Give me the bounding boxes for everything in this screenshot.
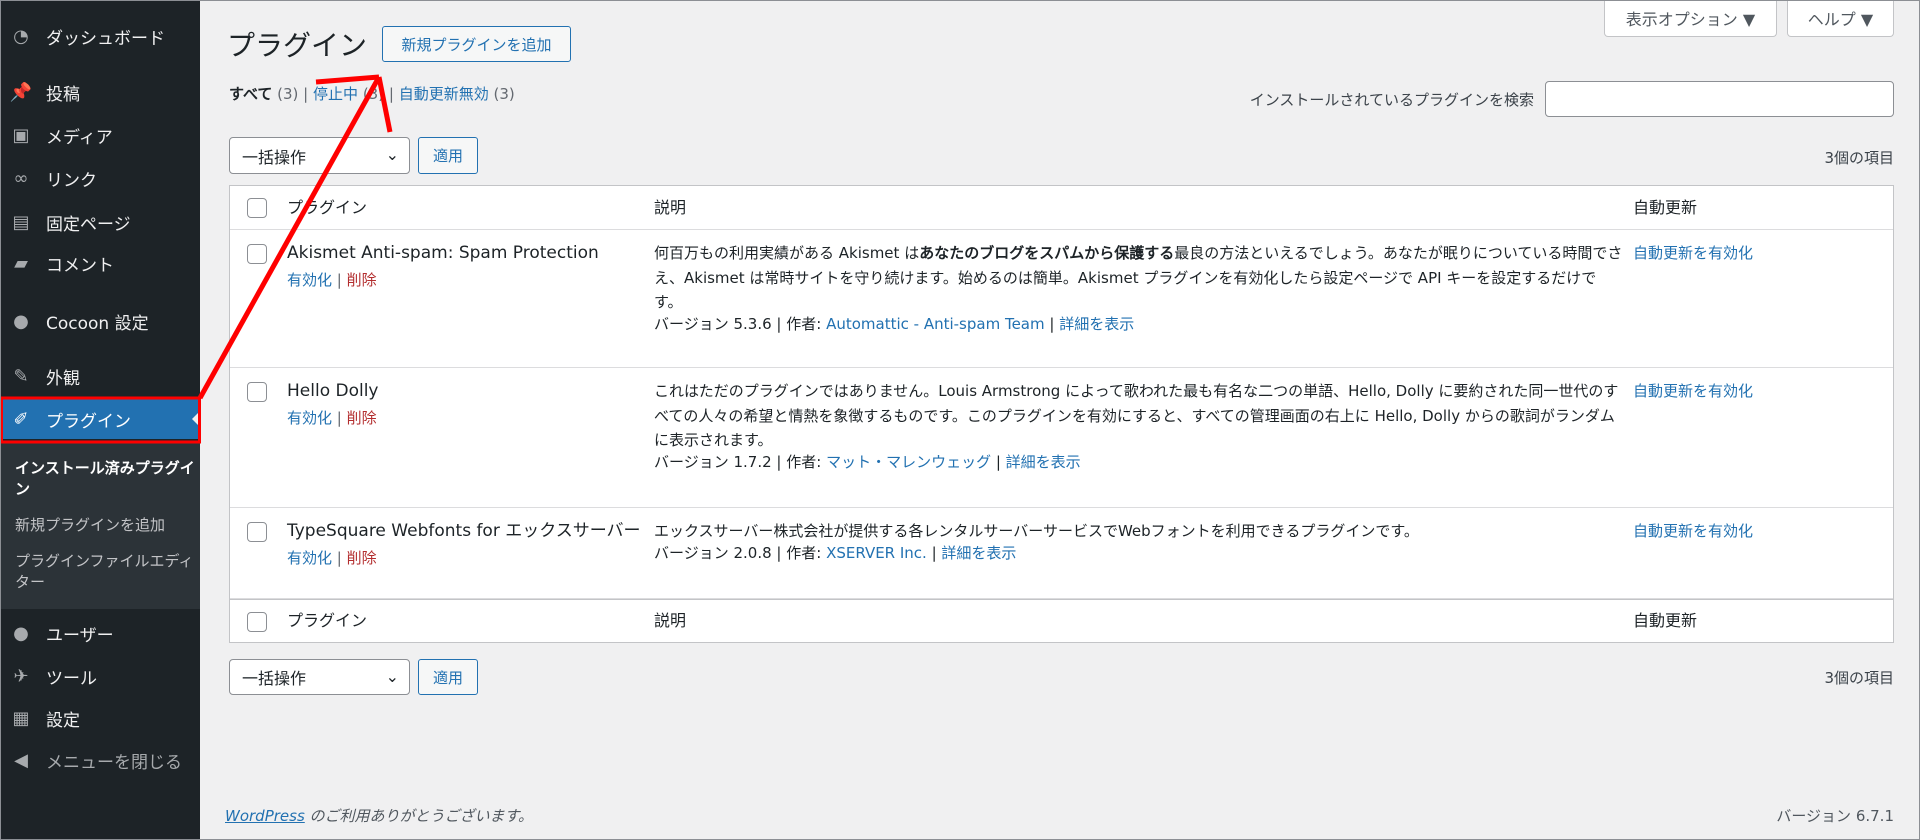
highlight-box: [0, 396, 201, 444]
annotation-arrow-head-right: [376, 76, 393, 133]
annotation-arrow-shaft: [197, 75, 382, 400]
annotation-arrow-head-left: [315, 74, 380, 85]
annotation-overlay: [0, 0, 1920, 840]
screenshot-frame: [0, 0, 1920, 840]
